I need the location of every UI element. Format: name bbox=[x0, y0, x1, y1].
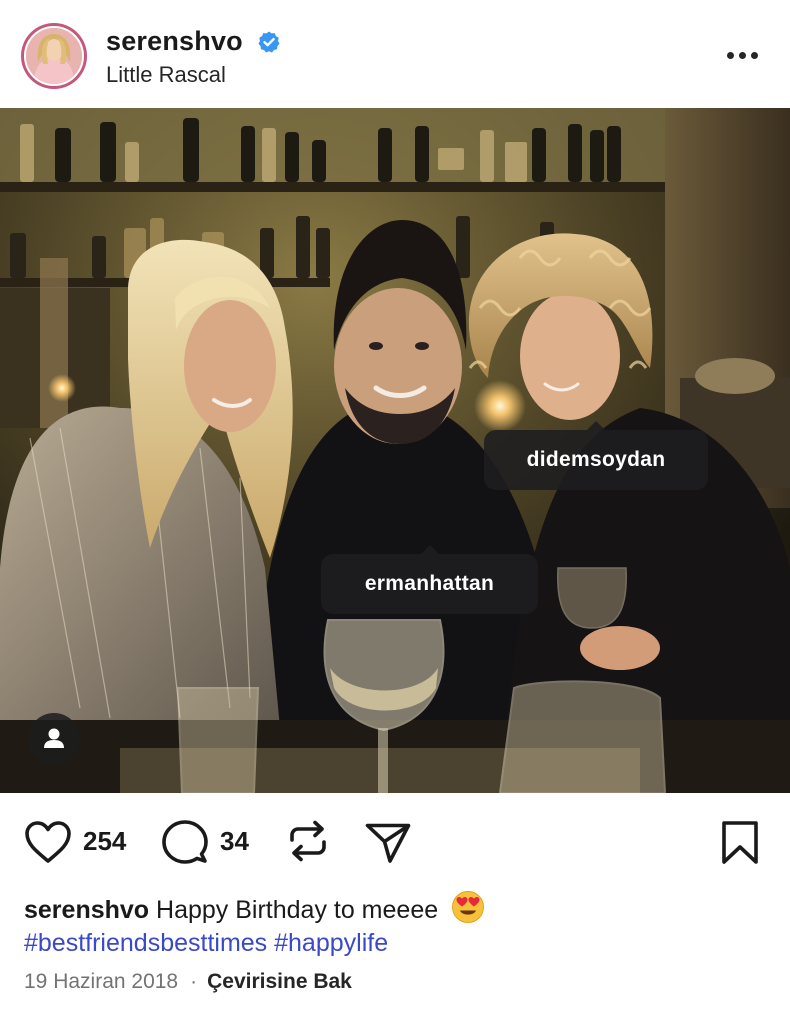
share-icon[interactable] bbox=[364, 821, 412, 865]
heart-icon[interactable] bbox=[24, 820, 72, 864]
post-date: 19 Haziran 2018 bbox=[24, 970, 179, 993]
post-header: serenshvo Little Rascal bbox=[0, 0, 790, 108]
tag-username: didemsoydan bbox=[526, 448, 666, 471]
caption-text: Happy Birthday to meeee bbox=[156, 896, 439, 924]
tag-username: ermanhattan bbox=[364, 572, 495, 595]
more-options-icon[interactable] bbox=[723, 48, 763, 64]
like-count[interactable]: 254 bbox=[83, 826, 126, 857]
photo-user-tag[interactable]: ermanhattan bbox=[321, 545, 538, 614]
post-meta: 19 Haziran 2018 · Çevirisine Bak bbox=[24, 970, 352, 994]
user-tags-button[interactable] bbox=[28, 713, 80, 765]
avatar-image bbox=[24, 26, 84, 86]
caption-hashtags[interactable]: #bestfriendsbesttimes #happylife bbox=[24, 927, 764, 960]
post-actions: 254 34 bbox=[0, 793, 790, 889]
post-photo[interactable]: didemsoydan ermanhattan bbox=[0, 108, 790, 793]
photo-user-tag[interactable]: didemsoydan bbox=[484, 421, 708, 490]
caption-line: serenshvo Happy Birthday to meeee bbox=[24, 890, 764, 927]
post-location[interactable]: Little Rascal bbox=[106, 62, 226, 88]
heart-eyes-emoji-icon bbox=[452, 891, 485, 923]
post-caption: serenshvo Happy Birthday to meeee #bestf… bbox=[24, 890, 764, 960]
bookmark-icon[interactable] bbox=[719, 820, 761, 866]
profile-avatar[interactable] bbox=[21, 23, 87, 89]
person-icon bbox=[44, 728, 64, 748]
caption-username[interactable]: serenshvo bbox=[24, 896, 149, 924]
verified-badge-icon bbox=[258, 31, 280, 53]
repost-icon[interactable] bbox=[285, 818, 331, 864]
see-translation-link[interactable]: Çevirisine Bak bbox=[207, 970, 352, 993]
comment-count[interactable]: 34 bbox=[220, 826, 249, 857]
meta-separator: · bbox=[190, 970, 198, 993]
post-username[interactable]: serenshvo bbox=[106, 26, 243, 57]
comment-icon[interactable] bbox=[161, 819, 209, 865]
